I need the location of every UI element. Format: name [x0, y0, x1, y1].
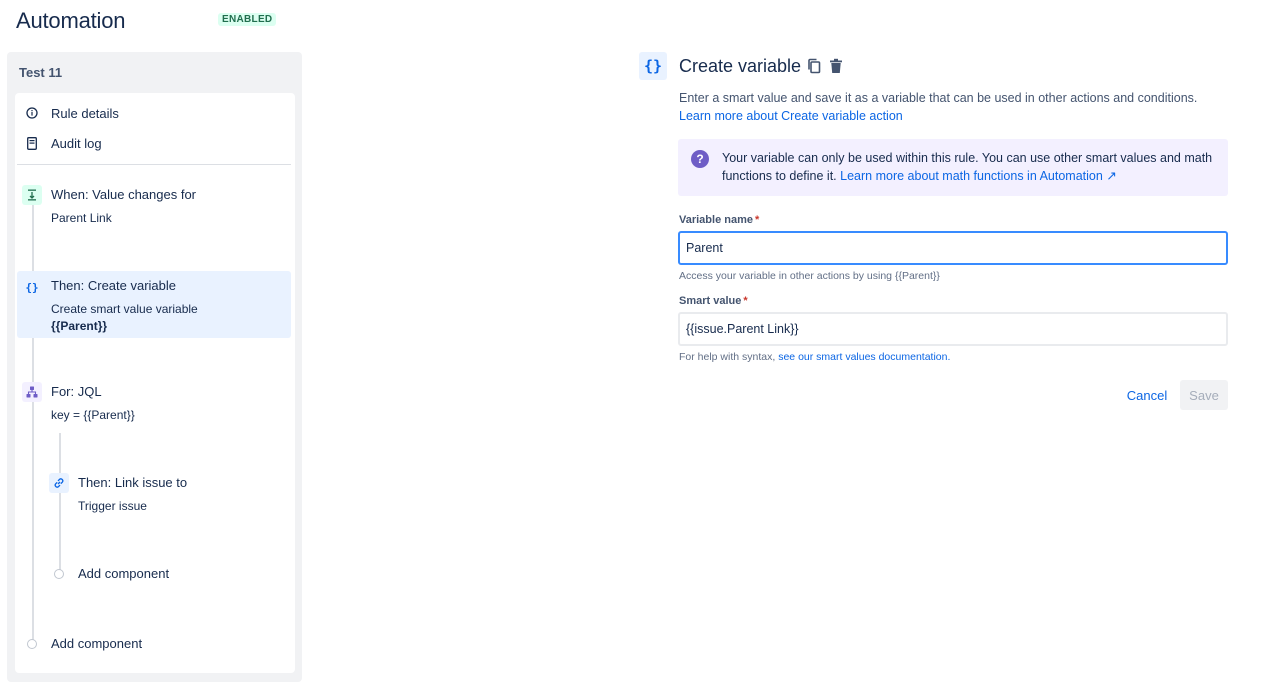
- for-jql-subtitle: key = {{Parent}}: [51, 408, 135, 422]
- smart-value-helper: For help with syntax, see our smart valu…: [679, 351, 950, 363]
- add-component-outer-button[interactable]: Add component: [27, 636, 142, 651]
- create-variable-value: {{Parent}}: [51, 319, 107, 333]
- variable-name-label: Variable name*: [679, 214, 759, 226]
- create-variable-step[interactable]: {} Then: Create variable Create smart va…: [17, 271, 291, 338]
- link-icon: [49, 473, 69, 493]
- link-issue-subtitle: Trigger issue: [78, 499, 147, 513]
- question-icon: ?: [691, 150, 709, 168]
- create-variable-docs-link[interactable]: Learn more about Create variable action: [679, 109, 903, 123]
- description: Enter a smart value and save it as a var…: [679, 89, 1231, 125]
- trash-icon[interactable]: [828, 57, 844, 75]
- required-marker: *: [743, 295, 747, 307]
- rule-details-menu-item[interactable]: Rule details: [25, 101, 119, 125]
- smart-value-label-text: Smart value: [679, 295, 741, 307]
- audit-log-menu-item[interactable]: Audit log: [25, 131, 102, 155]
- info-circle-icon: [25, 106, 39, 120]
- create-variable-title: Then: Create variable: [51, 278, 176, 293]
- math-functions-link[interactable]: Learn more about math functions in Autom…: [840, 169, 1117, 183]
- document-icon: [25, 136, 39, 150]
- add-component-inner-button[interactable]: Add component: [54, 566, 169, 581]
- smart-value-helper-text: For help with syntax,: [679, 351, 775, 363]
- add-component-inner-label: Add component: [78, 566, 169, 581]
- add-dot-icon: [27, 639, 37, 649]
- link-issue-step[interactable]: Then: Link issue to Trigger issue: [44, 473, 291, 517]
- variable-name-helper: Access your variable in other actions by…: [679, 270, 940, 282]
- trigger-title: When: Value changes for: [51, 187, 196, 202]
- smart-value-input[interactable]: {{issue.Parent Link}}: [678, 312, 1228, 346]
- smart-value-label: Smart value*: [679, 295, 748, 307]
- description-text: Enter a smart value and save it as a var…: [679, 91, 1197, 105]
- save-button[interactable]: Save: [1180, 380, 1228, 410]
- copy-icon[interactable]: [806, 57, 822, 75]
- info-panel: ? Your variable can only be used within …: [678, 139, 1228, 196]
- variable-name-label-text: Variable name: [679, 214, 753, 226]
- page-title: Automation: [16, 8, 125, 34]
- trigger-icon: [22, 185, 42, 205]
- create-variable-subtitle: Create smart value variable: [51, 302, 198, 316]
- status-badge: ENABLED: [218, 13, 276, 26]
- for-jql-title: For: JQL: [51, 384, 102, 399]
- add-component-outer-label: Add component: [51, 636, 142, 651]
- detail-title: Create variable: [679, 56, 801, 77]
- detail-actions: [806, 57, 844, 75]
- add-dot-icon: [54, 569, 64, 579]
- rule-card: Rule details Audit log When: Value chang…: [15, 93, 295, 673]
- trigger-step[interactable]: When: Value changes for Parent Link: [17, 185, 291, 229]
- divider: [17, 164, 291, 165]
- rule-details-label: Rule details: [51, 106, 119, 121]
- for-jql-step[interactable]: For: JQL key = {{Parent}}: [17, 382, 291, 426]
- branch-icon: [22, 382, 42, 402]
- rule-panel: Test 11 Rule details Audit log When: Val…: [7, 52, 302, 682]
- smart-values-docs-link[interactable]: see our smart values documentation.: [778, 351, 950, 363]
- rule-name: Test 11: [19, 65, 62, 80]
- required-marker: *: [755, 214, 759, 226]
- link-issue-title: Then: Link issue to: [78, 475, 187, 490]
- info-text: Your variable can only be used within th…: [722, 149, 1222, 185]
- audit-log-label: Audit log: [51, 136, 102, 151]
- curly-braces-icon: {}: [639, 52, 667, 80]
- cancel-button[interactable]: Cancel: [1119, 380, 1175, 410]
- variable-name-input[interactable]: Parent: [678, 231, 1228, 265]
- trigger-subtitle: Parent Link: [51, 211, 112, 225]
- curly-braces-icon: {}: [22, 277, 42, 297]
